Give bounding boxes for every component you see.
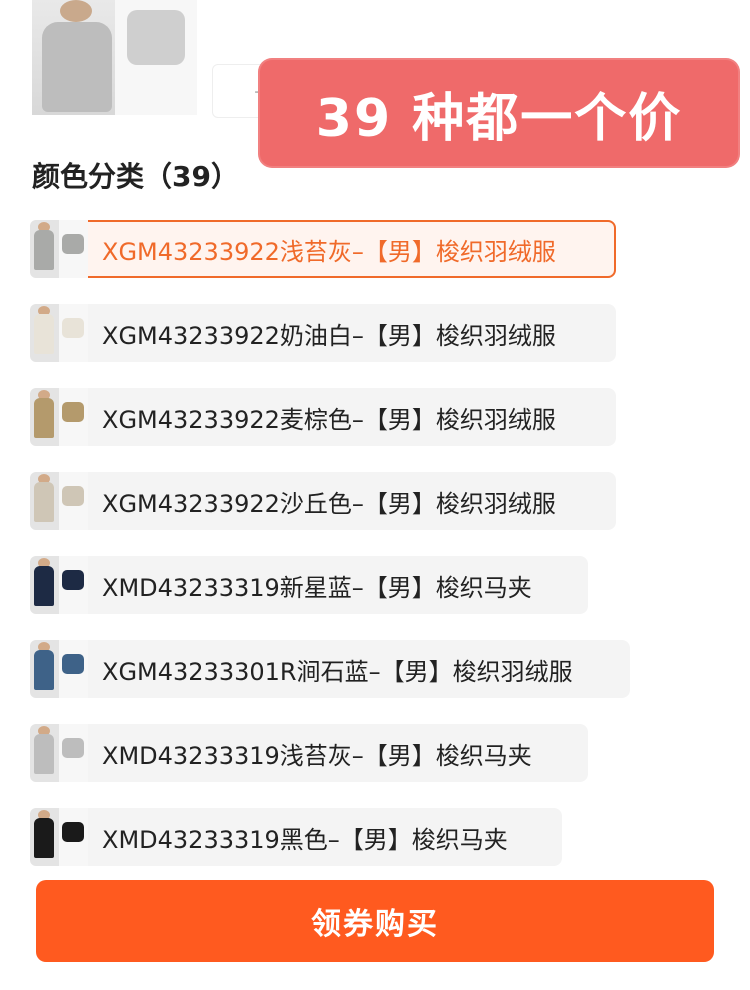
color-option-thumbnail (30, 388, 88, 446)
color-option-label: XGM43233922浅苔灰–【男】梭织羽绒服 (102, 237, 556, 266)
color-option-label: XMD43233319黑色–【男】梭织马夹 (102, 825, 508, 854)
color-option[interactable]: XGM43233301R涧石蓝–【男】梭织羽绒服 (30, 640, 630, 698)
buy-button-label: 领券购买 (311, 907, 439, 942)
color-option[interactable]: XMD43233319浅苔灰–【男】梭织马夹 (30, 724, 588, 782)
color-option-label: XGM43233922奶油白–【男】梭织羽绒服 (102, 321, 556, 350)
color-options-list: XGM43233922浅苔灰–【男】梭织羽绒服 XGM43233922奶油白–【男… (0, 0, 750, 866)
color-option-thumbnail (30, 472, 88, 530)
color-option-thumbnail (30, 808, 88, 866)
color-option-thumbnail (30, 304, 88, 362)
color-option-label: XGM43233922麦棕色–【男】梭织羽绒服 (102, 405, 556, 434)
color-option[interactable]: XMD43233319黑色–【男】梭织马夹 (30, 808, 562, 866)
color-option[interactable]: XGM43233922沙丘色–【男】梭织羽绒服 (30, 472, 616, 530)
color-option-label: XMD43233319浅苔灰–【男】梭织马夹 (102, 741, 532, 770)
color-option[interactable]: XGM43233922奶油白–【男】梭织羽绒服 (30, 304, 616, 362)
color-option-thumbnail (30, 556, 88, 614)
color-option-label: XMD43233319新星蓝–【男】梭织马夹 (102, 573, 532, 602)
color-option-thumbnail (30, 640, 88, 698)
color-option-thumbnail (30, 220, 88, 278)
color-option[interactable]: XMD43233319新星蓝–【男】梭织马夹 (30, 556, 588, 614)
color-option[interactable]: XGM43233922浅苔灰–【男】梭织羽绒服 (30, 220, 616, 278)
color-option-label: XGM43233922沙丘色–【男】梭织羽绒服 (102, 489, 556, 518)
color-option[interactable]: XGM43233922麦棕色–【男】梭织羽绒服 (30, 388, 616, 446)
color-option-label: XGM43233301R涧石蓝–【男】梭织羽绒服 (102, 657, 573, 686)
buy-button[interactable]: 领券购买 (36, 880, 714, 962)
color-option-thumbnail (30, 724, 88, 782)
